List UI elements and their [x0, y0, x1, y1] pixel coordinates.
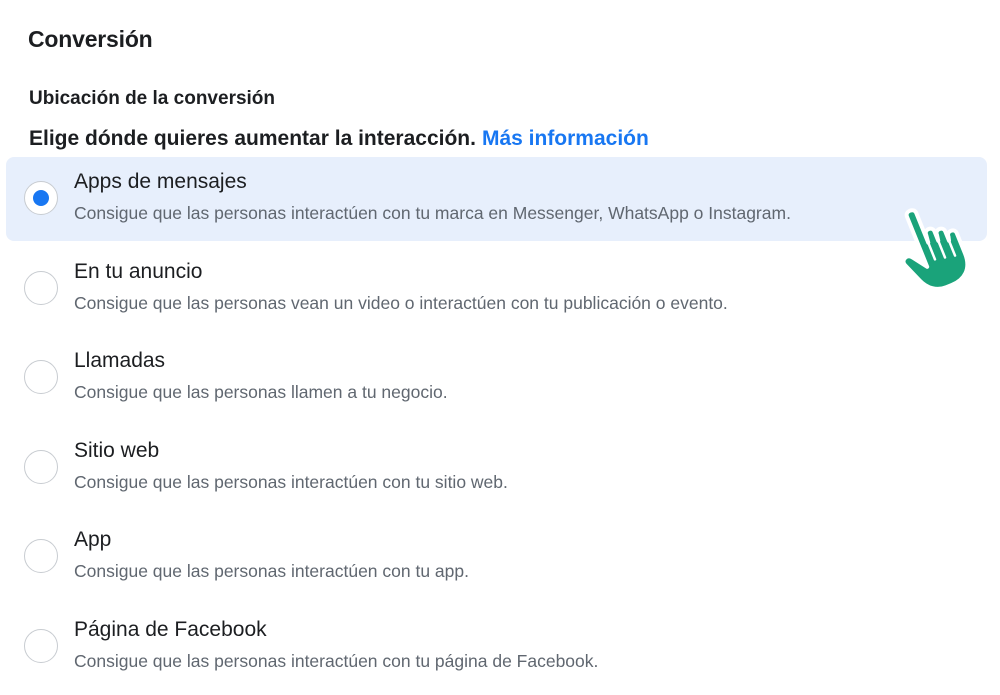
option-label: En tu anuncio: [74, 259, 203, 283]
option-in-ad[interactable]: En tu anuncio Consigue que las personas …: [6, 247, 987, 331]
helper-text-line: Elige dónde quieres aumentar la interacc…: [29, 127, 649, 151]
option-label: App: [74, 528, 112, 552]
option-website[interactable]: Sitio web Consigue que las personas inte…: [6, 426, 987, 510]
option-description: Consigue que las personas interactúen co…: [74, 561, 469, 582]
radio-button[interactable]: [24, 360, 58, 395]
option-label: Apps de mensajes: [74, 170, 247, 193]
option-messaging-apps[interactable]: Apps de mensajes Consigue que las person…: [6, 157, 987, 241]
option-calls[interactable]: Llamadas Consigue que las personas llame…: [6, 336, 987, 420]
radio-button[interactable]: [24, 449, 58, 484]
radio-button[interactable]: [24, 181, 58, 215]
pointing-hand-cursor-icon: [901, 208, 970, 291]
conversion-location-title: Ubicación de la conversión: [29, 88, 276, 109]
radio-button[interactable]: [24, 270, 58, 305]
option-label: Llamadas: [74, 349, 166, 373]
more-info-link[interactable]: Más información: [482, 127, 649, 150]
section-title: Conversión: [28, 26, 153, 52]
option-description: Consigue que las personas interactúen co…: [74, 650, 599, 671]
option-label: Sitio web: [74, 438, 160, 462]
helper-text: Elige dónde quieres aumentar la interacc…: [29, 127, 476, 150]
option-app[interactable]: App Consigue que las personas interactúe…: [6, 515, 987, 599]
conversion-options: Apps de mensajes Consigue que las person…: [6, 157, 987, 695]
option-facebook-page[interactable]: Página de Facebook Consigue que las pers…: [6, 605, 987, 689]
option-description: Consigue que las personas interactúen co…: [74, 203, 791, 223]
option-description: Consigue que las personas interactúen co…: [74, 471, 508, 492]
radio-button[interactable]: [24, 539, 58, 574]
radio-selected-dot: [33, 190, 49, 206]
option-description: Consigue que las personas llamen a tu ne…: [74, 382, 448, 403]
radio-button[interactable]: [24, 628, 58, 663]
option-description: Consigue que las personas vean un video …: [74, 292, 728, 313]
option-label: Página de Facebook: [74, 617, 267, 641]
